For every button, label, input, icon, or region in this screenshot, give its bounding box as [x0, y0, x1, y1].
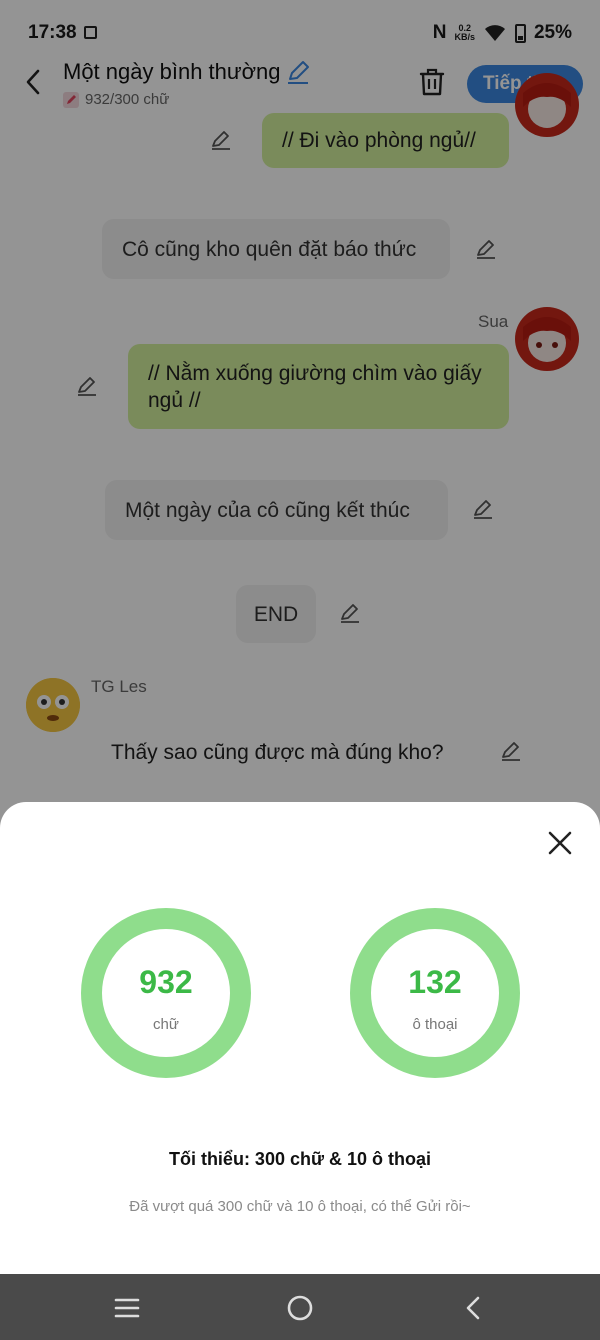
- avatar-image: [523, 317, 571, 362]
- passed-message: Đã vượt quá 300 chữ và 10 ô thoại, có th…: [129, 1198, 471, 1215]
- nfc-icon: N: [432, 22, 447, 43]
- avatar[interactable]: [26, 678, 80, 732]
- chat-message[interactable]: Thấy sao cũng được mà đúng kho?: [91, 710, 470, 794]
- edit-icon[interactable]: [76, 375, 98, 397]
- network-speed-unit: KB/s: [454, 32, 475, 42]
- word-count-value: 932: [139, 964, 193, 1000]
- avatar-image: [26, 678, 80, 732]
- edit-icon[interactable]: [339, 602, 361, 624]
- chevron-left-icon: [466, 1296, 480, 1320]
- edit-title-icon[interactable]: [285, 59, 311, 85]
- close-icon[interactable]: [545, 828, 575, 858]
- sender-name: Sua: [478, 312, 509, 331]
- dialog-count-ring: 132 ô thoại: [350, 908, 520, 1078]
- word-count-unit: chữ: [153, 1016, 179, 1033]
- stats-sheet: 932 chữ 132 ô thoại Tối thiểu: 300 chữ &…: [0, 802, 600, 1274]
- app-header: Một ngày bình thường 932/300 chữ Tiếp th…: [0, 55, 600, 113]
- edit-icon[interactable]: [500, 740, 522, 762]
- battery-percent: 25%: [533, 22, 572, 43]
- pencil-icon: [63, 91, 79, 108]
- system-nav-bar: [0, 1274, 600, 1340]
- word-count: 932/300 chữ: [85, 91, 170, 108]
- chat-message[interactable]: Một ngày của cô cũng kết thúc: [105, 480, 448, 540]
- avatar[interactable]: [515, 307, 579, 371]
- title-row: Một ngày bình thường: [63, 59, 311, 85]
- title-block: Một ngày bình thường 932/300 chữ: [63, 59, 311, 108]
- battery-icon: [514, 23, 526, 43]
- chat-area: // Đi vào phòng ngủ// Cô cũng kho quên đ…: [0, 73, 600, 813]
- min-requirement: Tối thiểu: 300 chữ & 10 ô thoại: [168, 1149, 432, 1169]
- edit-icon[interactable]: [475, 238, 497, 260]
- menu-icon: [114, 1298, 140, 1318]
- avatar-image: [523, 83, 571, 128]
- sender-name: TG Les: [91, 677, 147, 696]
- back-button[interactable]: [18, 65, 48, 99]
- page-title: Một ngày bình thường: [63, 59, 281, 84]
- edit-icon[interactable]: [472, 498, 494, 520]
- word-count-row: 932/300 chữ: [63, 91, 311, 108]
- status-bar: 17:38 N 0.2 KB/s 25%: [0, 0, 600, 62]
- recent-apps-button[interactable]: [112, 1293, 142, 1323]
- home-button[interactable]: [285, 1293, 315, 1323]
- status-indicators: N 0.2 KB/s 25%: [433, 22, 572, 44]
- chat-message[interactable]: // Đi vào phòng ngủ//: [262, 113, 509, 168]
- avatar[interactable]: [515, 73, 579, 137]
- status-time: 17:38: [28, 22, 77, 43]
- network-speed: 0.2 KB/s: [454, 24, 475, 42]
- chat-message[interactable]: Cô cũng kho quên đặt báo thức: [102, 219, 450, 279]
- edit-icon[interactable]: [210, 129, 232, 151]
- chat-message[interactable]: END: [236, 585, 316, 643]
- dialog-count-unit: ô thoại: [412, 1016, 458, 1033]
- dialog-count-value: 132: [408, 964, 462, 1000]
- wifi-icon: [484, 25, 505, 41]
- chat-message[interactable]: // Nằm xuống giường chìm vào giấy ngủ //: [128, 344, 509, 429]
- back-nav-button[interactable]: [458, 1293, 488, 1323]
- trash-icon[interactable]: [418, 67, 446, 97]
- screen-record-icon: [84, 26, 97, 39]
- chevron-left-icon: [26, 69, 40, 95]
- home-circle-icon: [287, 1295, 313, 1321]
- word-count-ring: 932 chữ: [81, 908, 251, 1078]
